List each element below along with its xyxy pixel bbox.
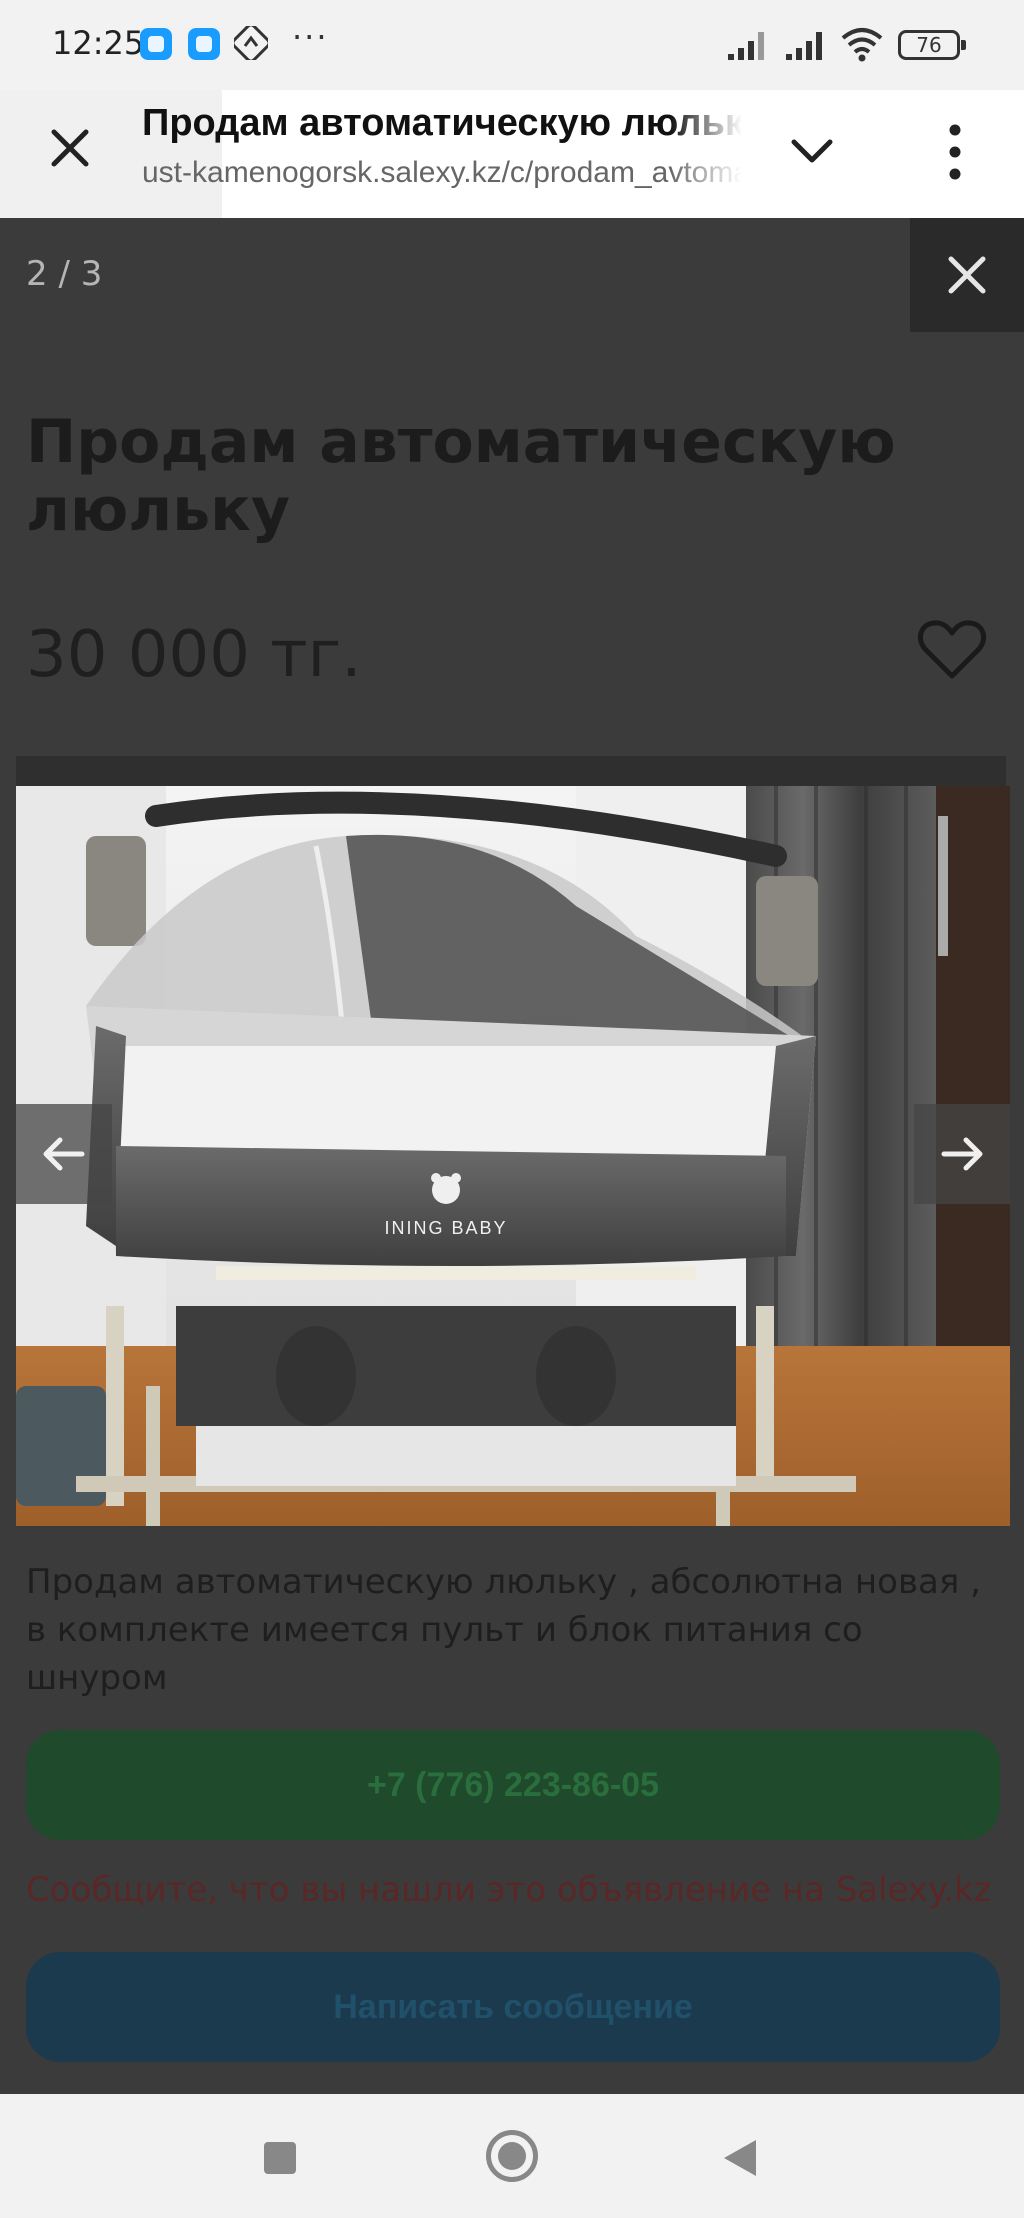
wifi-icon xyxy=(841,28,883,62)
back-button[interactable] xyxy=(724,2140,756,2176)
close-gallery-button[interactable] xyxy=(910,218,1024,332)
browser-header: Продам автоматическую люльку ust-kamenog… xyxy=(0,90,1024,218)
close-tab-icon[interactable] xyxy=(42,120,98,176)
write-message-button[interactable]: Написать сообщение xyxy=(26,1952,1000,2062)
listing-price: 30 000 тг. xyxy=(26,618,362,692)
more-options-icon[interactable] xyxy=(930,120,980,184)
arrow-right-icon xyxy=(941,1137,983,1171)
status-bar: 12:25 ··· 76 xyxy=(0,0,1024,90)
status-time: 12:25 xyxy=(52,24,145,62)
battery-indicator: 76 xyxy=(898,30,966,60)
listing-description: Продам автоматическую люльку , абсолютна… xyxy=(26,1562,981,1698)
recent-apps-button[interactable] xyxy=(264,2142,296,2174)
previous-photo-button[interactable] xyxy=(16,1104,112,1204)
gallery-photo: INING BABY xyxy=(16,786,1010,1526)
more-notifications-icon: ··· xyxy=(292,18,329,56)
messenger-app-icon xyxy=(140,28,172,60)
listing-heading: Продам автоматическую люльку xyxy=(26,407,896,545)
close-icon xyxy=(948,256,986,294)
baby-cradle-photo: INING BABY xyxy=(16,786,1010,1526)
salexy-notice: Сообщите, что вы нашли это объявление на… xyxy=(26,1870,992,1910)
gallery-counter: 2 / 3 xyxy=(26,254,103,294)
next-photo-button[interactable] xyxy=(914,1104,1010,1204)
browser-page-title: Продам автоматическую люльку xyxy=(142,102,742,144)
signal-icon xyxy=(786,32,822,60)
favorite-heart-icon[interactable] xyxy=(916,618,988,682)
brand-logo-text: INING BABY xyxy=(384,1218,507,1238)
browser-url[interactable]: ust-kamenogorsk.salexy.kz/c/prodam_avtom… xyxy=(142,156,742,190)
navigation-app-icon xyxy=(234,26,268,60)
messenger-app-icon xyxy=(188,28,220,60)
signal-icon xyxy=(728,32,764,60)
home-button[interactable] xyxy=(486,2130,538,2182)
arrow-left-icon xyxy=(43,1137,85,1171)
call-phone-button[interactable]: +7 (776) 223-86-05 xyxy=(26,1730,1000,1840)
chevron-down-icon[interactable] xyxy=(786,126,838,178)
system-navigation-bar xyxy=(0,2094,1024,2218)
